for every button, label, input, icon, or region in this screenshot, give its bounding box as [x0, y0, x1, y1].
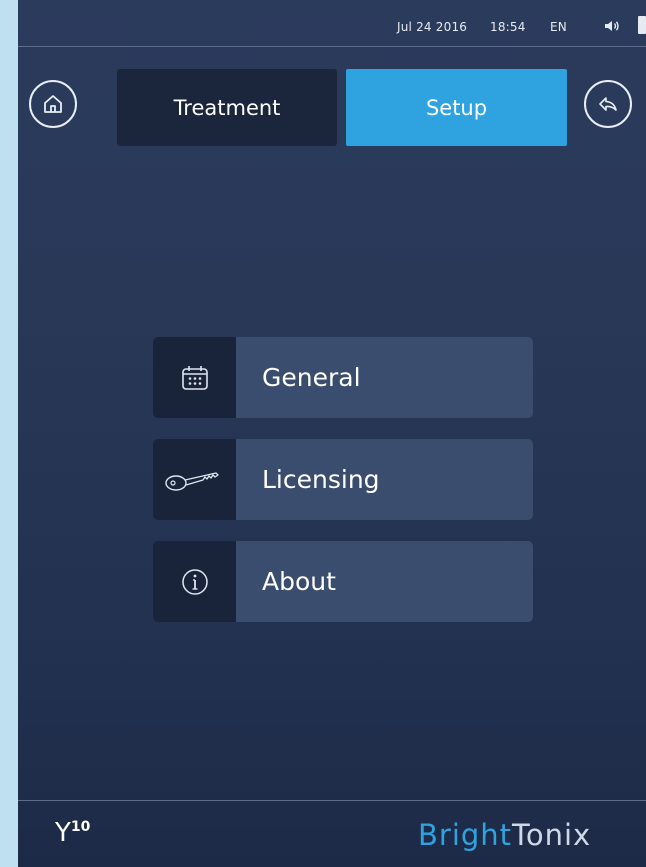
- language-indicator[interactable]: EN: [550, 20, 567, 34]
- menu-item-licensing[interactable]: Licensing: [153, 439, 533, 520]
- device-screen: Jul 24 2016 18:54 EN Treatment Setup Gen…: [18, 0, 646, 867]
- speaker-icon[interactable]: [604, 19, 620, 33]
- menu-item-about[interactable]: About: [153, 541, 533, 622]
- menu-icon-box: [153, 439, 236, 520]
- menu-item-general-label: General: [262, 363, 361, 392]
- model-number: 10: [70, 819, 91, 835]
- tab-treatment-label: Treatment: [173, 95, 281, 120]
- tab-setup-label: Setup: [425, 95, 488, 120]
- bottom-divider: [18, 800, 646, 801]
- battery-icon: [638, 16, 646, 34]
- calendar-icon: [181, 365, 208, 390]
- brand-name-part2: Tonix: [512, 818, 592, 852]
- key-icon: [164, 471, 219, 491]
- home-icon: [44, 95, 62, 113]
- top-divider: [18, 46, 646, 47]
- menu-icon-box: [153, 541, 236, 622]
- info-icon: [181, 568, 208, 595]
- status-time: 18:54: [490, 20, 526, 34]
- menu-icon-box: [153, 337, 236, 418]
- model-letter: Y: [55, 818, 71, 848]
- menu-label-box: About: [236, 541, 533, 622]
- brand-name-part1: Bright: [418, 818, 513, 852]
- menu-item-about-label: About: [262, 567, 336, 596]
- home-button[interactable]: [29, 80, 77, 128]
- menu-label-box: General: [236, 337, 533, 418]
- status-bar: Jul 24 2016 18:54 EN: [18, 0, 646, 46]
- menu-item-general[interactable]: General: [153, 337, 533, 418]
- back-arrow-icon: [599, 97, 617, 111]
- menu-label-box: Licensing: [236, 439, 533, 520]
- tab-treatment[interactable]: Treatment: [117, 69, 337, 146]
- model-logo: Y10: [55, 818, 90, 848]
- tab-setup[interactable]: Setup: [346, 69, 567, 146]
- back-button[interactable]: [584, 80, 632, 128]
- menu-item-licensing-label: Licensing: [262, 465, 380, 494]
- status-date: Jul 24 2016: [397, 20, 468, 34]
- brand-logo: BrightTonix: [418, 818, 591, 852]
